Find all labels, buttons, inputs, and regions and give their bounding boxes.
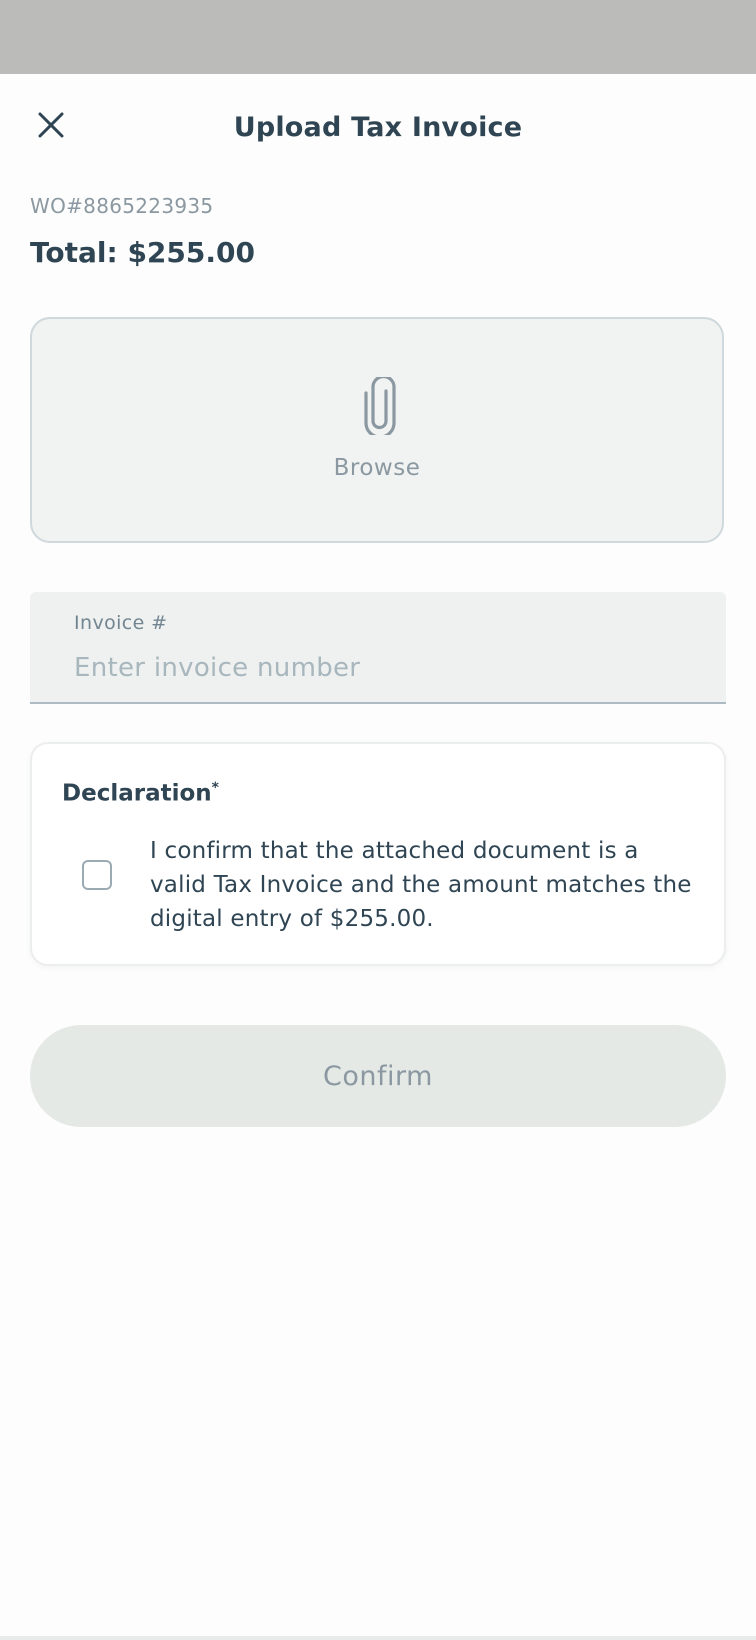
declaration-title: Declaration* (62, 780, 219, 807)
declaration-checkbox[interactable] (82, 860, 112, 890)
invoice-number-field[interactable]: Invoice # (30, 592, 726, 704)
declaration-title-text: Declaration (62, 780, 212, 807)
declaration-card: Declaration* I confirm that the attached… (30, 742, 726, 966)
browse-upload-area[interactable]: Browse (30, 317, 724, 543)
declaration-text: I confirm that the attached document is … (150, 838, 692, 932)
page-title: Upload Tax Invoice (233, 112, 523, 143)
bottom-divider (0, 1636, 756, 1640)
work-order-number: WO#8865223935 (30, 194, 214, 218)
confirm-button[interactable]: Confirm (30, 1025, 726, 1127)
invoice-number-input[interactable] (74, 648, 694, 688)
status-bar (0, 0, 756, 74)
upload-tax-invoice-sheet: Upload Tax Invoice WO#8865223935 Total: … (0, 74, 756, 1636)
paperclip-icon (364, 377, 396, 435)
invoice-number-label: Invoice # (74, 612, 168, 634)
total-amount: Total: $255.00 (30, 236, 255, 269)
browse-label: Browse (333, 455, 421, 481)
required-marker: * (211, 780, 219, 796)
